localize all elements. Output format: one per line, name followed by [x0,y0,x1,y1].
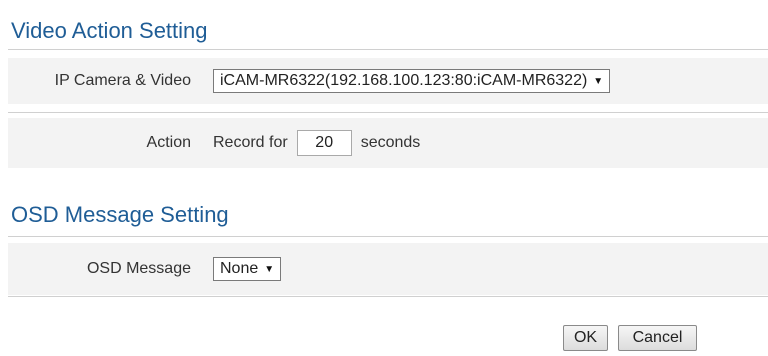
camera-label: IP Camera & Video [8,58,202,104]
osd-message-row: OSD Message None ▼ [8,243,768,295]
divider [8,112,768,113]
video-action-title: Video Action Setting [11,18,208,43]
divider [8,236,768,237]
seconds-text: seconds [360,134,421,151]
divider [8,49,768,50]
ok-button[interactable]: OK [563,325,608,351]
camera-select-value: iCAM-MR6322(192.168.100.123:80:iCAM-MR63… [220,72,588,89]
action-label: Action [8,118,202,168]
chevron-down-icon: ▼ [264,263,275,275]
osd-message-select[interactable]: None ▼ [213,257,282,281]
osd-message-title: OSD Message Setting [11,202,229,227]
osd-message-cell: None ▼ [202,243,768,295]
camera-cell: iCAM-MR6322(192.168.100.123:80:iCAM-MR63… [202,58,768,104]
action-row: Action Record for 20 seconds [8,118,768,168]
action-cell: Record for 20 seconds [202,118,768,168]
osd-message-label: OSD Message [8,243,202,295]
camera-select[interactable]: iCAM-MR6322(192.168.100.123:80:iCAM-MR63… [213,69,611,93]
video-action-page: Video Action Setting IP Camera & Video i… [0,0,768,356]
osd-message-value: None [220,260,259,277]
camera-row: IP Camera & Video iCAM-MR6322(192.168.10… [8,58,768,104]
record-seconds-input[interactable]: 20 [296,130,352,156]
divider [8,296,768,297]
chevron-down-icon: ▼ [593,75,604,87]
cancel-button[interactable]: Cancel [618,325,697,351]
record-for-text: Record for [213,134,288,151]
